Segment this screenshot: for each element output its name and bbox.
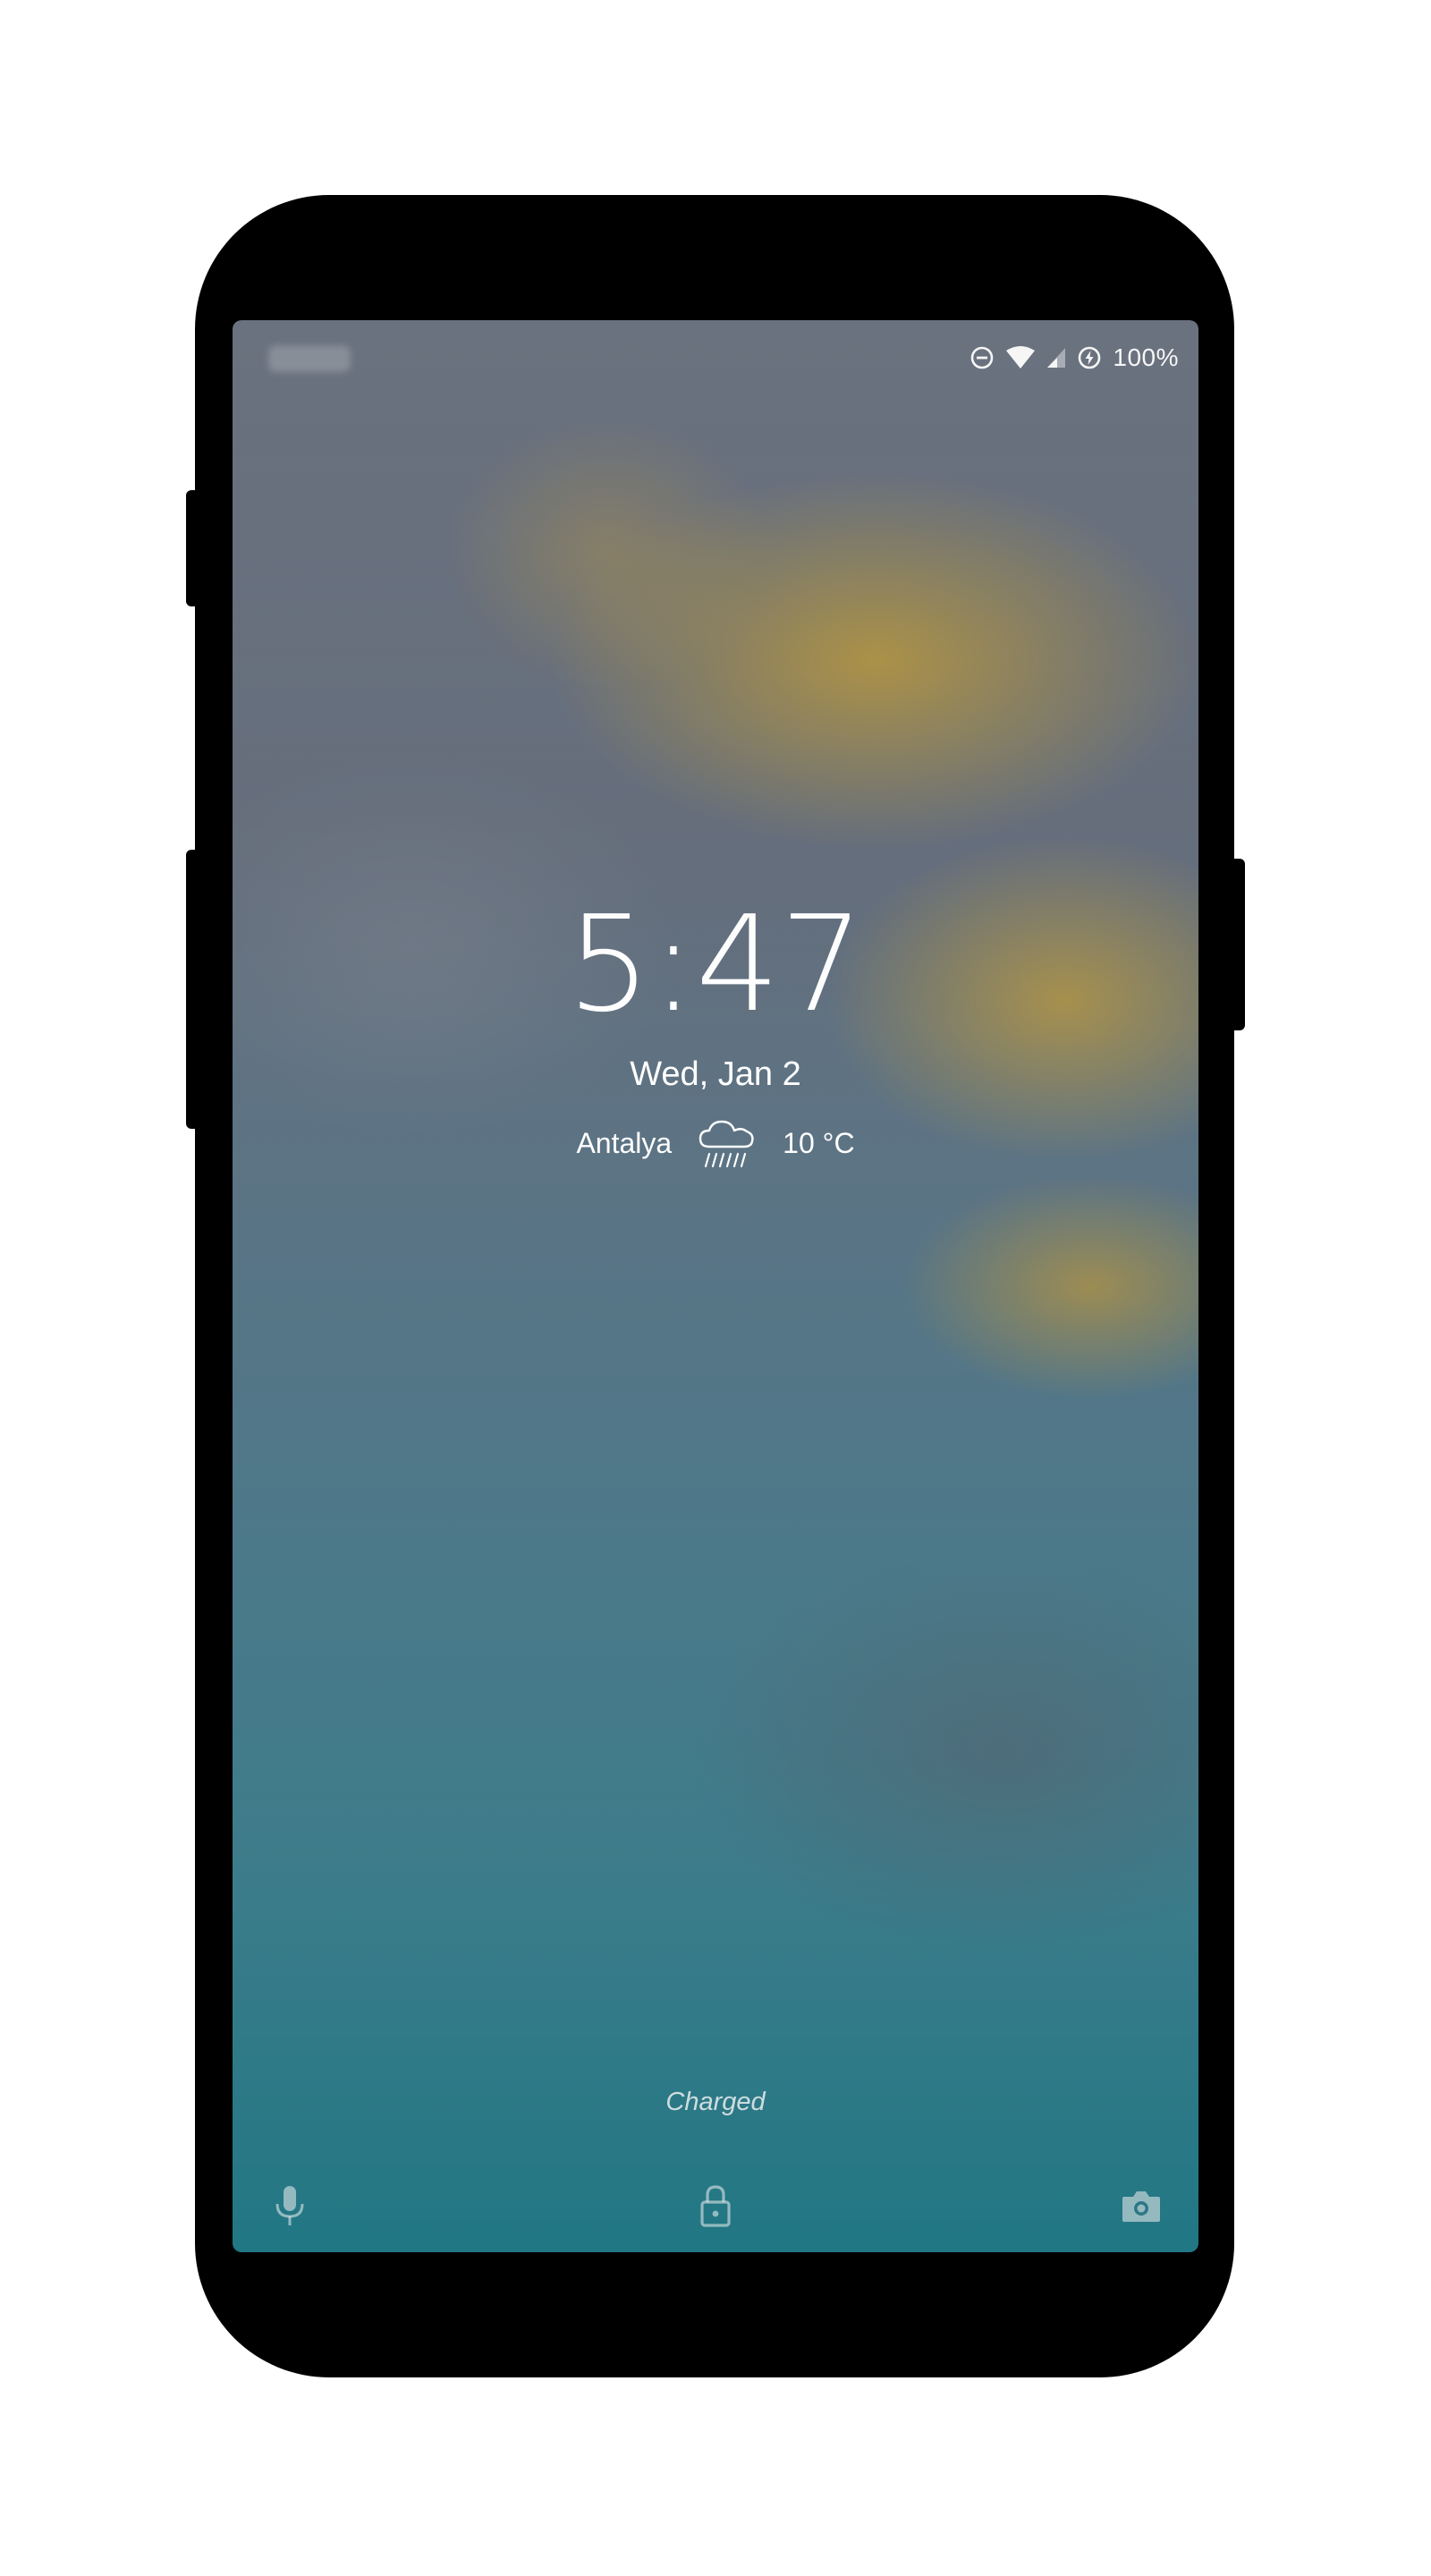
blurred-carrier-label bbox=[268, 345, 351, 372]
unlock-icon[interactable] bbox=[689, 2179, 742, 2233]
battery-charging-icon bbox=[1077, 345, 1102, 370]
lockscreen[interactable]: 100% 5:47 Wed, Jan 2 Antalya 10 °C Charg… bbox=[233, 320, 1198, 2252]
lockscreen-date: Wed, Jan 2 bbox=[630, 1055, 801, 1093]
rain-cloud-icon bbox=[695, 1114, 759, 1172]
status-bar[interactable]: 100% bbox=[233, 320, 1198, 395]
do-not-disturb-icon bbox=[970, 345, 995, 370]
battery-percentage: 100% bbox=[1113, 343, 1179, 371]
lockscreen-clock: 5:47 bbox=[566, 887, 865, 1041]
page: 100% 5:47 Wed, Jan 2 Antalya 10 °C Charg… bbox=[0, 0, 1431, 2576]
weather-temperature: 10 °C bbox=[783, 1126, 855, 1159]
status-icons: 100% bbox=[970, 340, 1179, 376]
cell-signal-icon bbox=[1046, 346, 1066, 369]
microphone-icon[interactable] bbox=[263, 2179, 317, 2233]
weather-widget[interactable]: Antalya 10 °C bbox=[233, 1114, 1198, 1172]
wifi-icon bbox=[1005, 345, 1036, 370]
camera-icon[interactable] bbox=[1114, 2179, 1168, 2233]
charging-status: Charged bbox=[665, 2088, 766, 2116]
weather-city: Antalya bbox=[576, 1126, 673, 1159]
